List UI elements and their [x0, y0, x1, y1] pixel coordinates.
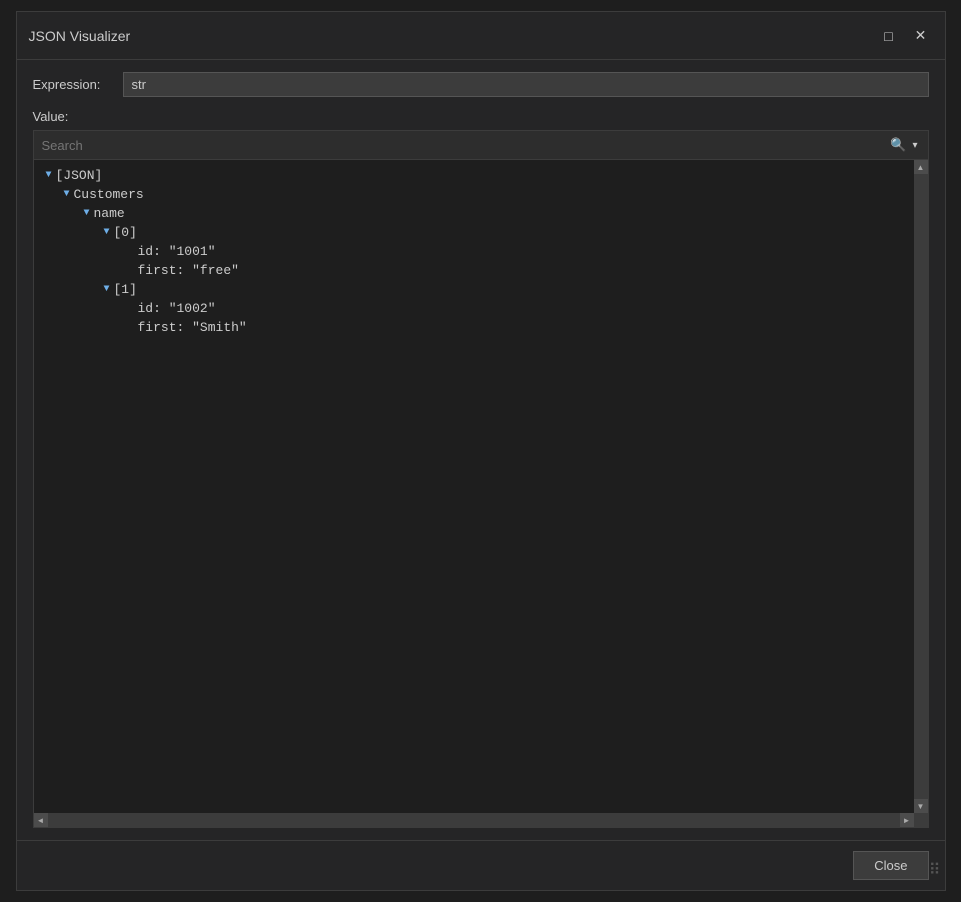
- node-label-id-1001: id: "1001": [138, 244, 216, 259]
- tree-node-id-1002: id: "1002": [38, 299, 910, 318]
- tree-node-customers[interactable]: ▼ Customers: [38, 185, 910, 204]
- value-label: Value:: [33, 109, 929, 124]
- expand-icon-root: ▼: [42, 170, 56, 181]
- arrow-left-icon: ◄: [37, 816, 45, 825]
- resize-dots-icon: ⠿: [929, 860, 941, 880]
- dialog-footer: Close: [17, 840, 945, 890]
- expand-icon-0: ▼: [100, 227, 114, 238]
- expression-input[interactable]: [123, 72, 929, 97]
- node-label-first-free: first: "free": [138, 263, 239, 278]
- horizontal-scrollbar: ◄ ►: [34, 813, 928, 827]
- scroll-right-button[interactable]: ►: [900, 813, 914, 827]
- dialog-content: Expression: Value: 🔍 ▾: [17, 60, 945, 840]
- scroll-down-button[interactable]: ▼: [914, 799, 928, 813]
- search-icon: 🔍: [890, 137, 906, 153]
- node-label-root: [JSON]: [56, 168, 103, 183]
- search-bar: 🔍 ▾: [34, 131, 928, 160]
- title-bar: JSON Visualizer □ ✕: [17, 12, 945, 60]
- maximize-icon: □: [884, 28, 892, 44]
- expand-icon-customers: ▼: [60, 189, 74, 200]
- tree-node-first-smith: first: "Smith": [38, 318, 910, 337]
- scroll-v-track[interactable]: [914, 174, 928, 799]
- tree-node-root[interactable]: ▼ [JSON]: [38, 166, 910, 185]
- maximize-button[interactable]: □: [877, 24, 901, 48]
- search-dropdown-button[interactable]: ▾: [910, 138, 919, 153]
- node-label-name: name: [94, 206, 125, 221]
- tree-node-first-free: first: "free": [38, 261, 910, 280]
- node-label-id-1002: id: "1002": [138, 301, 216, 316]
- search-input[interactable]: [42, 138, 887, 153]
- json-visualizer-dialog: JSON Visualizer □ ✕ Expression: Value: 🔍: [16, 11, 946, 891]
- node-label-0: [0]: [114, 225, 137, 240]
- tree-node-index1[interactable]: ▼ [1]: [38, 280, 910, 299]
- arrow-down-icon: ▼: [917, 802, 925, 811]
- scroll-up-button[interactable]: ▲: [914, 160, 928, 174]
- dialog-title: JSON Visualizer: [29, 28, 131, 44]
- vertical-scrollbar: ▲ ▼: [914, 160, 928, 813]
- close-icon: ✕: [915, 27, 927, 44]
- scroll-left-button[interactable]: ◄: [34, 813, 48, 827]
- dropdown-icon: ▾: [912, 140, 917, 151]
- node-label-first-smith: first: "Smith": [138, 320, 247, 335]
- search-button[interactable]: 🔍: [886, 135, 910, 155]
- tree-data[interactable]: ▼ [JSON] ▼ Customers ▼ name: [34, 160, 914, 813]
- tree-main: ▼ [JSON] ▼ Customers ▼ name: [34, 160, 928, 813]
- tree-node-index0[interactable]: ▼ [0]: [38, 223, 910, 242]
- close-button[interactable]: Close: [853, 851, 928, 880]
- expand-icon-1: ▼: [100, 284, 114, 295]
- expression-row: Expression:: [33, 72, 929, 97]
- arrow-up-icon: ▲: [917, 163, 925, 172]
- node-label-1: [1]: [114, 282, 137, 297]
- node-label-customers: Customers: [74, 187, 144, 202]
- scrollbar-corner: [914, 813, 928, 827]
- scroll-h-track[interactable]: [48, 813, 900, 827]
- tree-node-id-1001: id: "1001": [38, 242, 910, 261]
- arrow-right-icon: ►: [903, 816, 911, 825]
- tree-node-name[interactable]: ▼ name: [38, 204, 910, 223]
- tree-wrapper: 🔍 ▾ ▼ [JSON] ▼ Cus: [33, 130, 929, 828]
- close-window-button[interactable]: ✕: [909, 24, 933, 48]
- expression-label: Expression:: [33, 77, 123, 92]
- title-bar-controls: □ ✕: [877, 24, 933, 48]
- expand-icon-name: ▼: [80, 208, 94, 219]
